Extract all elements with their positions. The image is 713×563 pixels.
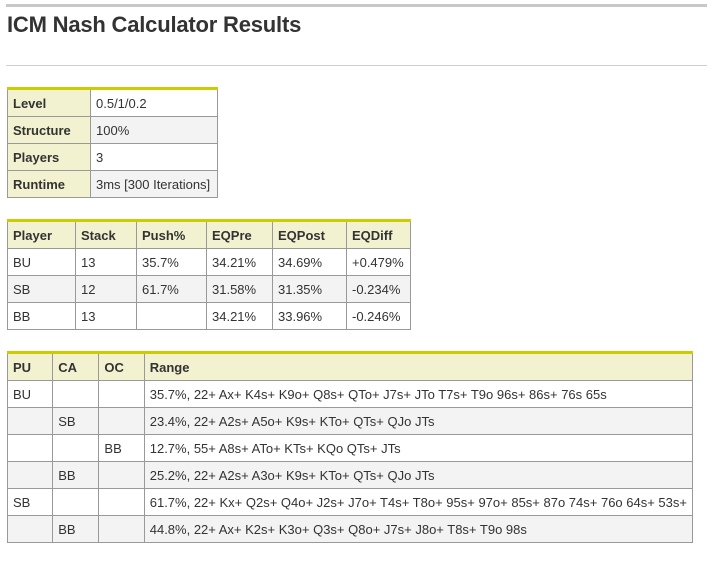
table-row: BU 13 35.7% 34.21% 34.69% +0.479% — [7, 248, 411, 276]
push-cell: 35.7% — [136, 248, 207, 276]
table-row: BB 44.8%, 22+ Ax+ K2s+ K3o+ Q3s+ Q8o+ J7… — [6, 515, 694, 543]
pu-cell — [6, 407, 54, 435]
pu-cell — [6, 434, 54, 462]
stack-cell: 13 — [75, 248, 137, 276]
stack-cell: 13 — [75, 302, 137, 330]
settings-label: Level — [7, 88, 91, 117]
range-cell: 44.8%, 22+ Ax+ K2s+ K3o+ Q3s+ Q8o+ J7s+ … — [143, 515, 694, 543]
oc-cell — [98, 488, 145, 516]
settings-label: Runtime — [7, 170, 91, 198]
eqpre-cell: 34.21% — [206, 248, 273, 276]
col-header-eqpre: EQPre — [206, 220, 273, 249]
range-cell: 23.4%, 22+ A2s+ A5o+ K9s+ KTo+ QTs+ QJo … — [143, 407, 694, 435]
col-header-push: Push% — [136, 220, 207, 249]
pu-cell — [6, 461, 54, 489]
col-header-range: Range — [143, 352, 694, 381]
eqpre-cell: 34.21% — [206, 302, 273, 330]
eqpost-cell: 31.35% — [272, 275, 347, 303]
pu-cell: SB — [6, 488, 54, 516]
settings-value: 3ms [300 Iterations] — [90, 170, 218, 198]
eqdiff-cell: -0.246% — [346, 302, 411, 330]
settings-value: 100% — [90, 116, 218, 144]
ranges-table: PU CA OC Range BU 35.7%, 22+ Ax+ K4s+ K9… — [6, 351, 694, 543]
player-cell: BU — [7, 248, 76, 276]
oc-cell — [98, 380, 145, 408]
push-cell — [136, 302, 207, 330]
players-header-row: Player Stack Push% EQPre EQPost EQDiff — [7, 220, 411, 249]
col-header-stack: Stack — [75, 220, 137, 249]
page-title: ICM Nash Calculator Results — [7, 12, 302, 37]
player-cell: BB — [7, 302, 76, 330]
col-header-player: Player — [7, 220, 76, 249]
settings-row-structure: Structure 100% — [7, 116, 218, 144]
range-cell: 25.2%, 22+ A2s+ A3o+ K9s+ KTo+ QTs+ QJo … — [143, 461, 694, 489]
table-row: BB 25.2%, 22+ A2s+ A3o+ K9s+ KTo+ QTs+ Q… — [6, 461, 694, 489]
table-row: BU 35.7%, 22+ Ax+ K4s+ K9o+ Q8s+ QTo+ J7… — [6, 380, 694, 408]
table-row: SB 12 61.7% 31.58% 31.35% -0.234% — [7, 275, 411, 303]
eqpost-cell: 34.69% — [272, 248, 347, 276]
settings-row-players: Players 3 — [7, 143, 218, 171]
settings-table: Level 0.5/1/0.2 Structure 100% Players 3… — [7, 87, 218, 198]
oc-cell — [98, 515, 145, 543]
col-header-oc: OC — [98, 352, 145, 381]
player-cell: SB — [7, 275, 76, 303]
table-row: SB 23.4%, 22+ A2s+ A5o+ K9s+ KTo+ QTs+ Q… — [6, 407, 694, 435]
ca-cell: SB — [52, 407, 100, 435]
settings-value: 3 — [90, 143, 218, 171]
range-cell: 61.7%, 22+ Kx+ Q2s+ Q4o+ J2s+ J7o+ T4s+ … — [143, 488, 694, 516]
oc-cell — [98, 461, 145, 489]
stack-cell: 12 — [75, 275, 137, 303]
settings-row-runtime: Runtime 3ms [300 Iterations] — [7, 170, 218, 198]
settings-row-level: Level 0.5/1/0.2 — [7, 88, 218, 117]
col-header-eqdiff: EQDiff — [346, 220, 411, 249]
title-divider — [6, 65, 707, 66]
ca-cell: BB — [52, 461, 100, 489]
pu-cell: BU — [6, 380, 54, 408]
range-cell: 12.7%, 55+ A8s+ ATo+ KTs+ KQo QTs+ JTs — [143, 434, 694, 462]
top-rule — [6, 4, 707, 7]
ranges-header-row: PU CA OC Range — [6, 352, 694, 381]
oc-cell: BB — [98, 434, 145, 462]
settings-value: 0.5/1/0.2 — [90, 88, 218, 117]
players-table: Player Stack Push% EQPre EQPost EQDiff B… — [7, 219, 411, 330]
push-cell: 61.7% — [136, 275, 207, 303]
table-row: BB 13 34.21% 33.96% -0.246% — [7, 302, 411, 330]
eqpost-cell: 33.96% — [272, 302, 347, 330]
eqdiff-cell: -0.234% — [346, 275, 411, 303]
table-row: BB 12.7%, 55+ A8s+ ATo+ KTs+ KQo QTs+ JT… — [6, 434, 694, 462]
col-header-ca: CA — [52, 352, 100, 381]
col-header-pu: PU — [6, 352, 54, 381]
settings-label: Players — [7, 143, 91, 171]
range-cell: 35.7%, 22+ Ax+ K4s+ K9o+ Q8s+ QTo+ J7s+ … — [143, 380, 694, 408]
eqpre-cell: 31.58% — [206, 275, 273, 303]
col-header-eqpost: EQPost — [272, 220, 347, 249]
pu-cell — [6, 515, 54, 543]
table-row: SB 61.7%, 22+ Kx+ Q2s+ Q4o+ J2s+ J7o+ T4… — [6, 488, 694, 516]
ca-cell: BB — [52, 515, 100, 543]
oc-cell — [98, 407, 145, 435]
eqdiff-cell: +0.479% — [346, 248, 411, 276]
ca-cell — [52, 380, 100, 408]
settings-label: Structure — [7, 116, 91, 144]
ca-cell — [52, 488, 100, 516]
ca-cell — [52, 434, 100, 462]
